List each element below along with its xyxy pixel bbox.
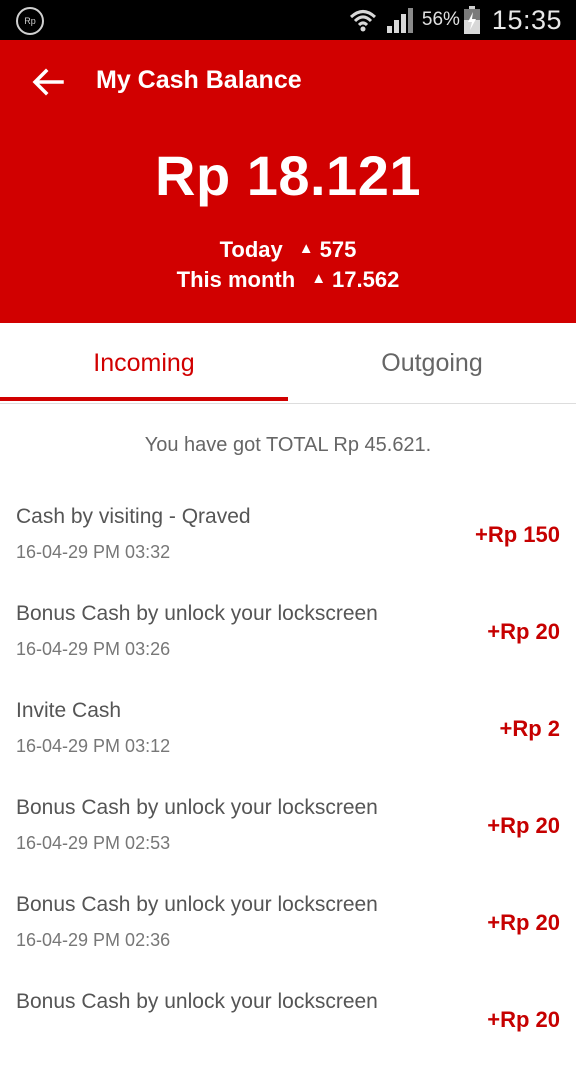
item-date: 16-04-29 PM 03:12 (16, 736, 171, 756)
item-title: Bonus Cash by unlock your lockscreen (16, 893, 378, 916)
month-value: 17.562 (332, 267, 400, 292)
battery-charging-icon (463, 6, 480, 34)
item-title: Bonus Cash by unlock your lockscreen (16, 990, 378, 1013)
item-date: 16-04-29 PM 03:26 (16, 639, 171, 659)
item-title: Bonus Cash by unlock your lockscreen (16, 602, 378, 625)
today-value: 575 (319, 237, 357, 262)
status-indicators: 56% 15:35 (348, 0, 562, 40)
list-item[interactable]: Invite Cash 16-04-29 PM 03:12 +Rp 2 (0, 679, 576, 776)
total-summary: You have got TOTAL Rp 45.621. (144, 434, 432, 456)
item-title: Invite Cash (16, 699, 122, 722)
tab-incoming[interactable]: Incoming (0, 323, 288, 403)
item-date: 16-04-29 PM 02:53 (16, 833, 171, 853)
list-item[interactable]: Bonus Cash by unlock your lockscreen +Rp… (0, 970, 576, 1067)
balance-header: My Cash Balance Rp 18.121 Today ▲ 575 Th… (0, 40, 576, 323)
status-bar: Rp 56% 15:35 (0, 0, 576, 40)
item-title: Bonus Cash by unlock your lockscreen (16, 796, 378, 819)
app-notification-icon: Rp (16, 7, 44, 35)
item-title: Cash by visiting - Qraved (16, 505, 251, 528)
up-triangle-icon: ▲ (298, 239, 314, 257)
month-label: This month (176, 267, 296, 292)
list-item[interactable]: Bonus Cash by unlock your lockscreen 16-… (0, 873, 576, 970)
list-item[interactable]: Cash by visiting - Qraved 16-04-29 PM 03… (0, 485, 576, 582)
tab-bar: Incoming Outgoing (0, 323, 576, 404)
list-item[interactable]: Bonus Cash by unlock your lockscreen 16-… (0, 582, 576, 679)
clock: 15:35 (491, 4, 562, 35)
page-title: My Cash Balance (96, 66, 302, 94)
cell-signal-icon (386, 8, 413, 33)
tab-selected-indicator (0, 397, 288, 401)
tab-outgoing[interactable]: Outgoing (288, 323, 576, 403)
item-amount: +Rp 2 (499, 716, 560, 741)
back-arrow-icon[interactable] (28, 62, 68, 102)
transaction-list: Cash by visiting - Qraved 16-04-29 PM 03… (0, 485, 576, 1067)
item-amount: +Rp 20 (487, 1007, 560, 1032)
wifi-icon (349, 10, 376, 32)
battery-percent: 56% (421, 9, 460, 30)
item-date: 16-04-29 PM 03:32 (16, 542, 171, 562)
cash-balance-amount: Rp 18.121 (155, 144, 421, 207)
up-triangle-icon: ▲ (311, 269, 327, 287)
today-label: Today (219, 237, 283, 262)
item-amount: +Rp 150 (475, 522, 560, 547)
app-icon-text: Rp (24, 16, 36, 26)
item-date: 16-04-29 PM 02:36 (16, 930, 171, 950)
item-amount: +Rp 20 (487, 813, 560, 838)
month-stat: This month ▲ 17.562 (0, 267, 576, 293)
item-amount: +Rp 20 (487, 910, 560, 935)
list-item[interactable]: Bonus Cash by unlock your lockscreen 16-… (0, 776, 576, 873)
today-stat: Today ▲ 575 (0, 237, 576, 263)
item-amount: +Rp 20 (487, 619, 560, 644)
